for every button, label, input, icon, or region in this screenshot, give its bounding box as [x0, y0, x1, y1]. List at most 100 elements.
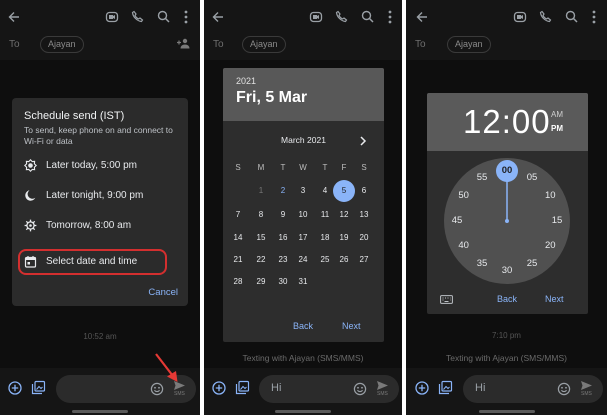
- message-input[interactable]: Hi SMS: [463, 375, 603, 403]
- calendar-day[interactable]: 25: [315, 255, 335, 264]
- clock-minute-10[interactable]: 10: [540, 190, 560, 201]
- recipient-chip[interactable]: Ajayan: [40, 36, 84, 53]
- calendar-day[interactable]: 3: [293, 186, 313, 195]
- clock-minute-25[interactable]: 25: [522, 258, 542, 269]
- calendar-day[interactable]: 20: [354, 233, 374, 242]
- add-people-icon[interactable]: [177, 38, 192, 49]
- phone-icon[interactable]: [131, 10, 144, 23]
- calendar-day[interactable]: 17: [293, 233, 313, 242]
- video-call-icon[interactable]: [513, 10, 527, 24]
- phone-screen-date-picker: To Ajayan 2021 Fri, 5 Mar March 2021 SMT…: [204, 0, 402, 415]
- gallery-icon[interactable]: [438, 380, 453, 395]
- app-bar: [406, 0, 607, 36]
- recipient-chip[interactable]: Ajayan: [242, 36, 286, 53]
- next-button[interactable]: Next: [545, 294, 564, 304]
- keyboard-icon[interactable]: [440, 295, 453, 304]
- app-bar: [204, 0, 402, 36]
- clock-minute-05[interactable]: 05: [522, 172, 542, 183]
- video-call-icon[interactable]: [105, 10, 119, 24]
- selected-year[interactable]: 2021: [236, 76, 256, 86]
- send-icon[interactable]: [376, 380, 389, 391]
- dialog-description: To send, keep phone on and connect to Wi…: [24, 125, 173, 146]
- calendar-day[interactable]: 16: [273, 233, 293, 242]
- gallery-icon[interactable]: [31, 380, 46, 395]
- clock-minute-35[interactable]: 35: [472, 258, 492, 269]
- calendar-day[interactable]: 7: [228, 210, 248, 219]
- next-button[interactable]: Next: [342, 321, 361, 331]
- hour-value[interactable]: 12: [463, 103, 502, 140]
- calendar-day[interactable]: 21: [228, 255, 248, 264]
- calendar-day[interactable]: 1: [251, 186, 271, 195]
- clock-minute-50[interactable]: 50: [454, 190, 474, 201]
- phone-icon[interactable]: [335, 10, 348, 23]
- add-icon[interactable]: [415, 381, 429, 395]
- emoji-icon[interactable]: [353, 382, 367, 396]
- send-icon[interactable]: [580, 380, 593, 391]
- pm-toggle[interactable]: PM: [551, 124, 563, 133]
- option-later-today[interactable]: Later today, 5:00 pm: [12, 154, 188, 178]
- calendar-day[interactable]: 4: [315, 186, 335, 195]
- calendar-day[interactable]: 12: [334, 210, 354, 219]
- calendar-day-selected[interactable]: 5: [334, 186, 354, 195]
- clock-dial[interactable]: 00 05 10 15 20 25 30 35 40 45 50 55: [444, 158, 570, 284]
- option-later-tonight[interactable]: Later tonight, 9:00 pm: [12, 184, 188, 208]
- chevron-right-icon[interactable]: [359, 136, 367, 146]
- calendar-day[interactable]: 28: [228, 277, 248, 286]
- calendar-day[interactable]: 14: [228, 233, 248, 242]
- back-button[interactable]: Back: [293, 321, 313, 331]
- clock-minute-40[interactable]: 40: [454, 240, 474, 251]
- message-input[interactable]: Hi SMS: [259, 375, 399, 403]
- to-label: To: [415, 39, 426, 50]
- back-arrow-icon[interactable]: [416, 11, 428, 23]
- message-timestamp: 10:52 am: [83, 332, 117, 341]
- clock-minute-45[interactable]: 45: [447, 215, 467, 226]
- calendar-day[interactable]: 23: [273, 255, 293, 264]
- emoji-icon[interactable]: [150, 382, 164, 396]
- am-toggle[interactable]: AM: [551, 110, 563, 119]
- calendar-day[interactable]: 15: [251, 233, 271, 242]
- search-icon[interactable]: [565, 10, 578, 23]
- calendar-day[interactable]: 9: [273, 210, 293, 219]
- add-icon[interactable]: [212, 381, 226, 395]
- back-arrow-icon[interactable]: [212, 11, 224, 23]
- calendar-day[interactable]: 19: [334, 233, 354, 242]
- search-icon[interactable]: [361, 10, 374, 23]
- calendar-day[interactable]: 31: [293, 277, 313, 286]
- calendar-day[interactable]: 10: [293, 210, 313, 219]
- time-picker-header: 12:00 AM PM: [427, 93, 588, 151]
- calendar-day[interactable]: 30: [273, 277, 293, 286]
- clock-minute-55[interactable]: 55: [472, 172, 492, 183]
- more-options-icon[interactable]: [183, 10, 189, 24]
- calendar-day[interactable]: 18: [315, 233, 335, 242]
- back-arrow-icon[interactable]: [8, 11, 20, 23]
- cancel-button[interactable]: Cancel: [148, 287, 178, 298]
- calendar-day[interactable]: 11: [315, 210, 335, 219]
- more-options-icon[interactable]: [591, 10, 597, 24]
- recipient-chip[interactable]: Ajayan: [447, 36, 491, 53]
- calendar-day[interactable]: 27: [354, 255, 374, 264]
- search-icon[interactable]: [157, 10, 170, 23]
- clock-minute-20[interactable]: 20: [540, 240, 560, 251]
- calendar-day[interactable]: 24: [293, 255, 313, 264]
- more-options-icon[interactable]: [387, 10, 393, 24]
- gallery-icon[interactable]: [235, 380, 250, 395]
- calendar-day[interactable]: 29: [251, 277, 271, 286]
- add-icon[interactable]: [8, 381, 22, 395]
- brightness-icon: [24, 159, 37, 172]
- calendar-day[interactable]: 26: [334, 255, 354, 264]
- moon-icon: [25, 190, 36, 201]
- calendar-day[interactable]: 22: [251, 255, 271, 264]
- emoji-icon[interactable]: [557, 382, 571, 396]
- calendar-day[interactable]: 6: [354, 186, 374, 195]
- calendar-day[interactable]: 8: [251, 210, 271, 219]
- option-tomorrow[interactable]: Tomorrow, 8:00 am: [12, 214, 188, 238]
- phone-icon[interactable]: [539, 10, 552, 23]
- calendar-day[interactable]: 2: [273, 186, 293, 195]
- clock-minute-00[interactable]: 00: [497, 165, 517, 176]
- calendar-day[interactable]: 13: [354, 210, 374, 219]
- video-call-icon[interactable]: [309, 10, 323, 24]
- clock-minute-15[interactable]: 15: [547, 215, 567, 226]
- clock-minute-30[interactable]: 30: [497, 265, 517, 276]
- minute-value[interactable]: 00: [512, 103, 551, 140]
- back-button[interactable]: Back: [497, 294, 517, 304]
